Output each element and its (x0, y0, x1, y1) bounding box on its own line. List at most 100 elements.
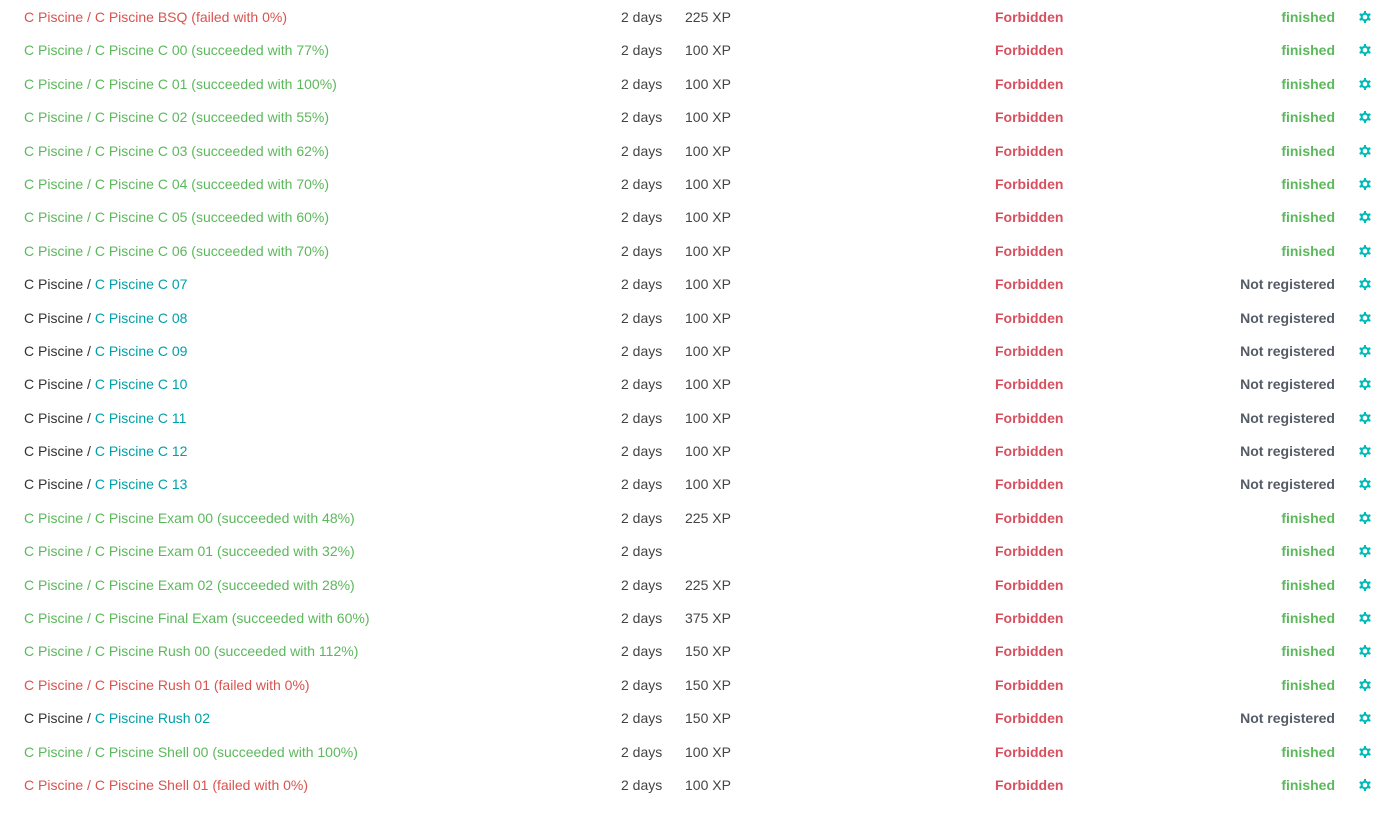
project-parent-link[interactable]: C Piscine (24, 176, 83, 192)
project-parent-link[interactable]: C Piscine (24, 9, 83, 25)
project-name: C Piscine / C Piscine C 11 (24, 402, 186, 435)
gear-icon[interactable] (1357, 610, 1373, 626)
gear-icon[interactable] (1357, 276, 1373, 292)
gear-icon[interactable] (1357, 777, 1373, 793)
project-link[interactable]: C Piscine Exam 01 (95, 543, 213, 559)
project-parent-link[interactable]: C Piscine (24, 777, 83, 793)
project-parent-link[interactable]: C Piscine (24, 677, 83, 693)
project-xp: 150 XP (685, 710, 731, 727)
project-parent-link[interactable]: C Piscine (24, 510, 83, 526)
gear-icon[interactable] (1357, 209, 1373, 225)
project-result: (succeeded with 32%) (213, 543, 355, 560)
project-parent-link[interactable]: C Piscine (24, 476, 83, 492)
project-link[interactable]: C Piscine C 02 (95, 109, 188, 125)
project-status: Not registered (1240, 309, 1335, 326)
project-row: C Piscine / C Piscine Shell 01 (failed w… (0, 769, 1393, 802)
project-link[interactable]: C Piscine C 08 (95, 310, 188, 326)
permission-status: Forbidden (995, 743, 1064, 760)
project-link[interactable]: C Piscine BSQ (95, 9, 188, 25)
project-result: (succeeded with 48%) (213, 509, 355, 526)
project-link[interactable]: C Piscine Shell 01 (95, 777, 209, 793)
project-parent-link[interactable]: C Piscine (24, 376, 83, 392)
project-status: finished (1281, 576, 1335, 593)
gear-icon[interactable] (1357, 310, 1373, 326)
project-parent-link[interactable]: C Piscine (24, 744, 83, 760)
project-xp: 225 XP (685, 576, 731, 593)
project-link[interactable]: C Piscine C 04 (95, 176, 188, 192)
gear-icon[interactable] (1357, 176, 1373, 192)
project-name: C Piscine / C Piscine C 10 (24, 368, 187, 401)
project-link[interactable]: C Piscine Rush 02 (95, 710, 210, 726)
project-parent-link[interactable]: C Piscine (24, 243, 83, 259)
project-status: Not registered (1240, 710, 1335, 727)
project-link[interactable]: C Piscine C 12 (95, 443, 188, 459)
project-link[interactable]: C Piscine C 05 (95, 209, 188, 225)
project-parent-link[interactable]: C Piscine (24, 209, 83, 225)
project-link[interactable]: C Piscine Final Exam (95, 610, 228, 626)
project-separator: / (83, 309, 95, 326)
project-link[interactable]: C Piscine Exam 00 (95, 510, 213, 526)
gear-icon[interactable] (1357, 42, 1373, 58)
project-link[interactable]: C Piscine Shell 00 (95, 744, 209, 760)
project-status: finished (1281, 676, 1335, 693)
gear-icon[interactable] (1357, 76, 1373, 92)
gear-icon[interactable] (1357, 543, 1373, 559)
gear-icon[interactable] (1357, 243, 1373, 259)
project-parent-link[interactable]: C Piscine (24, 610, 83, 626)
project-parent-link[interactable]: C Piscine (24, 310, 83, 326)
gear-icon-graphic (1359, 211, 1371, 224)
project-duration: 2 days (621, 643, 663, 660)
gear-icon[interactable] (1357, 9, 1373, 25)
gear-icon[interactable] (1357, 410, 1373, 426)
gear-icon-graphic (1359, 311, 1371, 324)
project-name: C Piscine / C Piscine BSQ (failed with 0… (24, 1, 287, 34)
project-xp: 100 XP (685, 242, 731, 259)
project-parent-link[interactable]: C Piscine (24, 143, 83, 159)
project-parent-link[interactable]: C Piscine (24, 543, 83, 559)
project-link[interactable]: C Piscine C 06 (95, 243, 188, 259)
project-name: C Piscine / C Piscine Exam 01 (succeeded… (24, 535, 355, 568)
gear-icon[interactable] (1357, 677, 1373, 693)
project-parent-link[interactable]: C Piscine (24, 410, 83, 426)
gear-icon[interactable] (1357, 343, 1373, 359)
gear-icon[interactable] (1357, 744, 1373, 760)
project-link[interactable]: C Piscine C 11 (95, 410, 187, 426)
project-link[interactable]: C Piscine Rush 01 (95, 677, 210, 693)
project-link[interactable]: C Piscine Exam 02 (95, 577, 213, 593)
project-parent-link[interactable]: C Piscine (24, 577, 83, 593)
project-status: Not registered (1240, 443, 1335, 460)
project-link[interactable]: C Piscine Rush 00 (95, 643, 210, 659)
gear-icon[interactable] (1357, 643, 1373, 659)
project-link[interactable]: C Piscine C 07 (95, 276, 188, 292)
project-duration: 2 days (621, 610, 663, 627)
project-parent-link[interactable]: C Piscine (24, 343, 83, 359)
project-parent-link[interactable]: C Piscine (24, 643, 83, 659)
project-duration: 2 days (621, 376, 663, 393)
project-name: C Piscine / C Piscine C 01 (succeeded wi… (24, 68, 337, 101)
project-link[interactable]: C Piscine C 00 (95, 42, 188, 58)
gear-icon[interactable] (1357, 143, 1373, 159)
gear-icon[interactable] (1357, 109, 1373, 125)
gear-icon[interactable] (1357, 376, 1373, 392)
project-status: finished (1281, 209, 1335, 226)
project-link[interactable]: C Piscine C 10 (95, 376, 188, 392)
project-parent-link[interactable]: C Piscine (24, 76, 83, 92)
project-row: C Piscine / C Piscine C 06 (succeeded wi… (0, 235, 1393, 268)
project-link[interactable]: C Piscine C 13 (95, 476, 188, 492)
gear-icon[interactable] (1357, 510, 1373, 526)
project-parent-link[interactable]: C Piscine (24, 109, 83, 125)
project-separator: / (83, 509, 95, 526)
project-parent-link[interactable]: C Piscine (24, 276, 83, 292)
gear-icon[interactable] (1357, 443, 1373, 459)
project-link[interactable]: C Piscine C 01 (95, 76, 188, 92)
project-link[interactable]: C Piscine C 03 (95, 143, 188, 159)
gear-icon[interactable] (1357, 577, 1373, 593)
project-status: finished (1281, 42, 1335, 59)
project-parent-link[interactable]: C Piscine (24, 443, 83, 459)
project-link[interactable]: C Piscine C 09 (95, 343, 188, 359)
gear-icon[interactable] (1357, 476, 1373, 492)
permission-status: Forbidden (995, 509, 1064, 526)
project-parent-link[interactable]: C Piscine (24, 710, 83, 726)
project-parent-link[interactable]: C Piscine (24, 42, 83, 58)
gear-icon[interactable] (1357, 710, 1373, 726)
